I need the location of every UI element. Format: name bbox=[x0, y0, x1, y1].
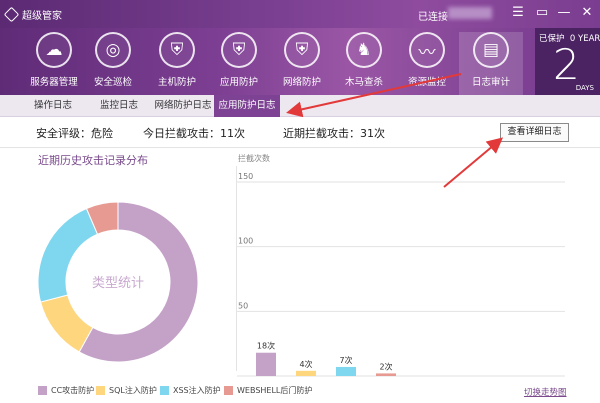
bar-data-label: 7次 bbox=[339, 355, 352, 365]
bar-ytick-label: 50 bbox=[238, 301, 248, 310]
pie-slice bbox=[37, 207, 99, 303]
bar-ytick-label: 150 bbox=[238, 172, 253, 181]
legend-swatch bbox=[160, 386, 169, 395]
bar bbox=[296, 370, 316, 376]
annotation-arrow-icon bbox=[286, 73, 462, 118]
legend-item-cc: CC攻击防护 bbox=[38, 385, 94, 396]
chart-legend: CC攻击防护 SQL注入防护 XSS注入防护 WEBSHELL后门防护 bbox=[0, 382, 600, 398]
bar-data-label: 4次 bbox=[299, 359, 312, 369]
legend-item-xss: XSS注入防护 bbox=[160, 385, 221, 396]
app-window: 超级管家 已连接 ☰ ▭ — ✕ ☁ 服务器管理 ◎ 安全巡检 ⛨ 主机防护 ⛨… bbox=[0, 0, 600, 403]
legend-swatch bbox=[38, 386, 47, 395]
annotation-arrow-icon bbox=[443, 137, 504, 188]
pie-center-label: 类型统计 bbox=[92, 276, 144, 291]
bar bbox=[376, 373, 396, 376]
switch-trend-chart-link[interactable]: 切换走势图 bbox=[524, 386, 567, 398]
bar-data-label: 2次 bbox=[379, 361, 392, 371]
charts-canvas: 类型统计 50 100 150 18次 4次 7次 2次 bbox=[37, 73, 565, 377]
legend-item-webshell: WEBSHELL后门防护 bbox=[224, 385, 312, 396]
bar bbox=[336, 366, 356, 376]
bar-data-label: 18次 bbox=[257, 341, 275, 351]
legend-item-sql: SQL注入防护 bbox=[96, 385, 157, 396]
legend-swatch bbox=[96, 386, 105, 395]
legend-swatch bbox=[224, 386, 233, 395]
bar-ytick-label: 100 bbox=[238, 237, 253, 246]
bar bbox=[256, 352, 276, 376]
